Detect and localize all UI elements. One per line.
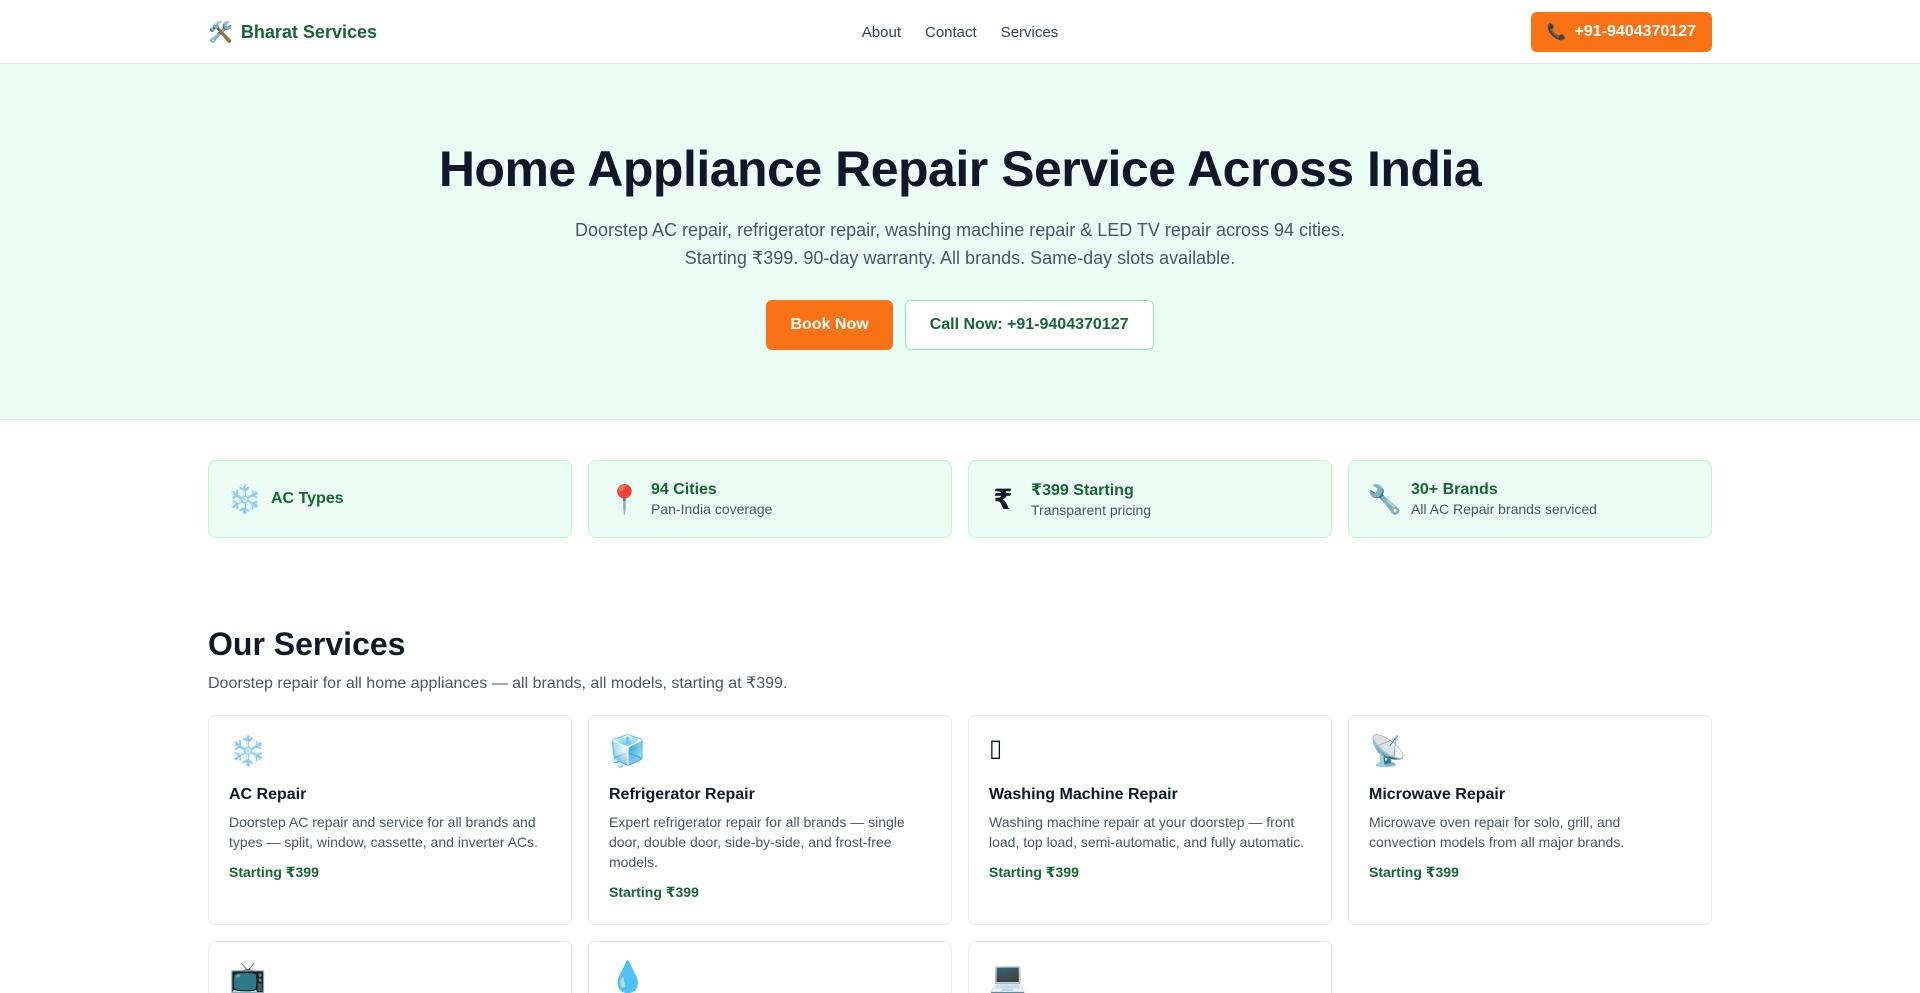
stat-brands: 🔧 30+ Brands All AC Repair brands servic… [1348, 460, 1712, 538]
stat-title: AC Types [271, 490, 344, 507]
television-icon: 📺 [229, 961, 267, 993]
service-title: Washing Machine Repair [989, 786, 1178, 803]
service-card-water-purifier[interactable]: 💧 [588, 941, 952, 993]
stat-desc: Pan-India coverage [651, 501, 773, 517]
service-desc: Washing machine repair at your doorstep … [989, 814, 1305, 850]
brand-name: Bharat Services [240, 21, 377, 42]
service-card-tv[interactable]: 📺 [208, 941, 572, 993]
satellite-dish-icon: 📡 [1369, 735, 1407, 768]
phone-icon: 📞 [1546, 24, 1567, 41]
hero-actions: Book Now Call Now: +91-9404370127 [0, 300, 1920, 350]
brand-logo[interactable]: 🛠️ Bharat Services [208, 20, 377, 45]
service-desc: Doorstep AC repair and service for all b… [229, 814, 538, 850]
services-grid-more: 📺 💧 💻 [208, 941, 1712, 993]
hero-subtitle: Doorstep AC repair, refrigerator repair,… [574, 220, 1345, 268]
stat-title: ₹399 Starting [1031, 482, 1134, 499]
main-nav: About Contact Services [862, 24, 1058, 41]
book-now-button[interactable]: Book Now [766, 300, 893, 350]
service-title: Microwave Repair [1369, 786, 1506, 803]
nav-services[interactable]: Services [1001, 24, 1059, 41]
nav-contact[interactable]: Contact [925, 24, 977, 41]
service-card-refrigerator[interactable]: 🧊 Refrigerator Repair Expert refrigerato… [588, 715, 952, 925]
nav-about[interactable]: About [862, 24, 901, 41]
services-section: Our Services Doorstep repair for all hom… [208, 626, 1712, 993]
services-title: Our Services [208, 626, 406, 662]
service-title: Refrigerator Repair [609, 786, 755, 803]
header-call-button[interactable]: 📞 +91-9404370127 [1530, 12, 1712, 52]
service-price: Starting ₹399 [229, 864, 319, 880]
stats-row: ❄️ AC Types 📍 94 Cities Pan-India covera… [208, 460, 1712, 538]
stat-title: 94 Cities [651, 481, 717, 498]
rupee-icon: ₹ [993, 483, 1013, 515]
service-card-ac[interactable]: ❄️ AC Repair Doorstep AC repair and serv… [208, 715, 572, 925]
laptop-icon: 💻 [989, 961, 1027, 993]
tools-icon: 🛠️ [208, 21, 233, 44]
service-desc: Microwave oven repair for solo, grill, a… [1369, 814, 1625, 850]
services-lead: Doorstep repair for all home appliances … [208, 675, 788, 692]
service-card-microwave[interactable]: 📡 Microwave Repair Microwave oven repair… [1348, 715, 1712, 925]
service-card-laptop[interactable]: 💻 [968, 941, 1332, 993]
service-price: Starting ₹399 [609, 884, 699, 900]
hero-title: Home Appliance Repair Service Across Ind… [438, 141, 1482, 197]
stat-title: 30+ Brands [1411, 481, 1498, 498]
service-title: AC Repair [229, 786, 307, 803]
site-header: 🛠️ Bharat Services About Contact Service… [0, 0, 1920, 64]
location-pin-icon: 📍 [607, 483, 642, 515]
stat-desc: Transparent pricing [1031, 502, 1152, 518]
call-now-button[interactable]: Call Now: +91-9404370127 [904, 300, 1154, 350]
stat-desc: All AC Repair brands serviced [1411, 501, 1597, 517]
header-phone-label: +91-9404370127 [1574, 23, 1696, 40]
wrench-icon: 🔧 [1367, 483, 1402, 515]
water-drop-icon: 💧 [609, 961, 647, 993]
ice-cube-icon: 🧊 [609, 735, 647, 768]
snowflake-icon: ❄️ [227, 483, 262, 515]
hero-section: Home Appliance Repair Service Across Ind… [0, 64, 1920, 420]
washing-machine-icon: ▯ [989, 735, 1003, 762]
service-card-washing-machine[interactable]: ▯ Washing Machine Repair Washing machine… [968, 715, 1332, 925]
stat-pricing: ₹ ₹399 Starting Transparent pricing [968, 460, 1332, 538]
stat-ac-types: ❄️ AC Types [208, 460, 572, 538]
service-price: Starting ₹399 [1369, 864, 1459, 880]
service-price: Starting ₹399 [989, 864, 1079, 880]
service-desc: Expert refrigerator repair for all brand… [609, 814, 905, 870]
services-grid: ❄️ AC Repair Doorstep AC repair and serv… [208, 715, 1712, 925]
stat-cities: 📍 94 Cities Pan-India coverage [588, 460, 952, 538]
snowflake-icon: ❄️ [229, 735, 267, 768]
